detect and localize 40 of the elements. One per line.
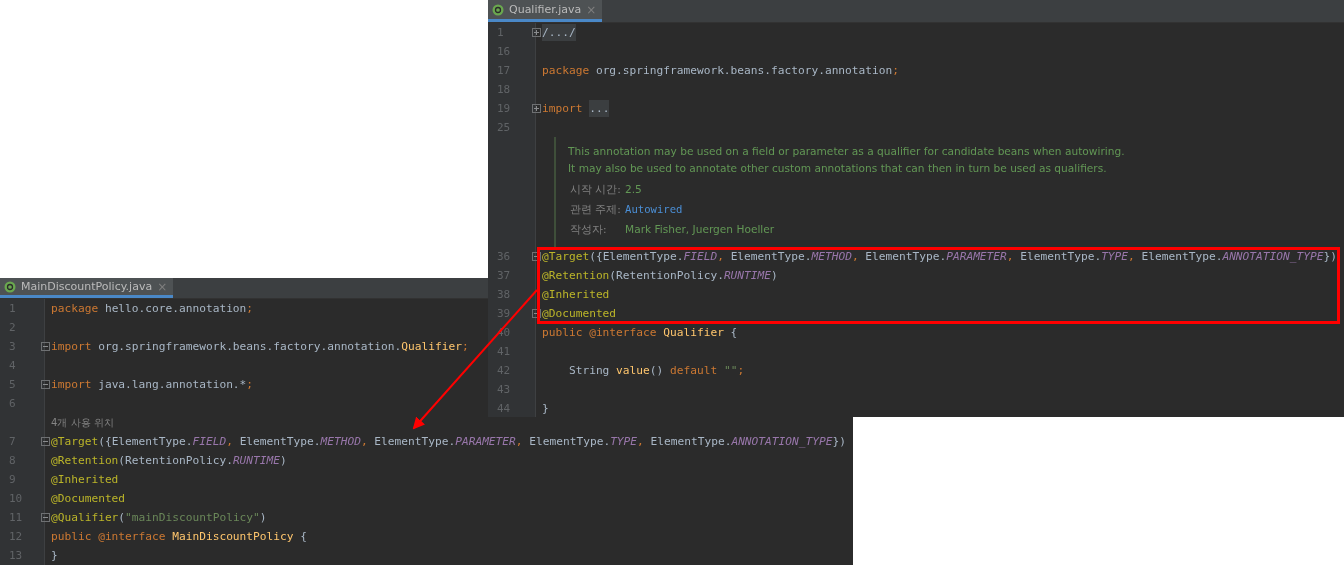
- file-tab[interactable]: Qualifier.java ×: [488, 0, 603, 22]
- doc-tag-label: 관련 주제:: [570, 202, 621, 217]
- code-line: public @interface Qualifier {: [542, 326, 738, 339]
- doc-tag-value: 2.5: [625, 182, 642, 197]
- code-line: import org.springframework.beans.factory.annotation.Qualifier;: [51, 340, 469, 353]
- code-line: package hello.core.annotation;: [51, 302, 254, 315]
- file-icon: [4, 280, 16, 293]
- fold-icon[interactable]: [531, 252, 541, 261]
- code-line: public @interface MainDiscountPolicy {: [51, 530, 307, 543]
- code-line: }: [542, 402, 549, 415]
- expand-icon[interactable]: [531, 104, 541, 113]
- code-line: }: [51, 549, 58, 562]
- fold-icon[interactable]: [40, 380, 50, 389]
- code-line: package org.springframework.beans.factory.annotation;: [542, 64, 899, 77]
- file-tab[interactable]: MainDiscountPolicy.java ×: [0, 278, 174, 298]
- code-line: String value() default "";: [567, 364, 745, 377]
- doc-link[interactable]: Autowired: [625, 201, 683, 218]
- fold-icon[interactable]: [40, 513, 50, 522]
- code-line: @Inherited: [542, 288, 610, 301]
- code-line: @Documented: [542, 307, 617, 320]
- code-line: @Retention(RetentionPolicy.RUNTIME): [542, 269, 778, 282]
- fold-icon[interactable]: [531, 309, 541, 318]
- code-line: import java.lang.annotation.*;: [51, 378, 254, 391]
- file-icon: [492, 3, 504, 16]
- doc-text: This annotation may be used on a field or parameter as a qualifier for candidate beans when autowiring.: [568, 144, 1125, 159]
- code-line: @Inherited: [51, 473, 119, 486]
- code-line: @Retention(RetentionPolicy.RUNTIME): [51, 454, 287, 467]
- fold-icon[interactable]: [40, 437, 50, 446]
- code-line: @Target({ElementType.FIELD, ElementType.METHOD, ElementType.PARAMETER, ElementType.TYPE, ElementType.ANNOTATION_TYPE}): [542, 250, 1337, 263]
- expand-icon[interactable]: [531, 28, 541, 37]
- code-line: @Qualifier("mainDiscountPolicy"): [51, 511, 267, 524]
- doc-tag-label: 작성자:: [570, 222, 607, 237]
- doc-text: It may also be used to annotate other custom annotations that can then in turn be used as qualifiers.: [568, 161, 1108, 176]
- doc-tag-label: 시작 시간:: [570, 182, 621, 197]
- code-line: import ...: [542, 102, 610, 115]
- code-line: @Target({ElementType.FIELD, ElementType.METHOD, ElementType.PARAMETER, ElementType.TYPE, ElementType.ANNOTATION_TYPE}): [51, 435, 846, 448]
- usage-hint[interactable]: 4개 사용 위치: [51, 415, 114, 430]
- fold-icon[interactable]: [40, 342, 50, 351]
- code-line: @Documented: [51, 492, 126, 505]
- doc-tag-value: Mark Fisher, Juergen Hoeller: [625, 222, 775, 237]
